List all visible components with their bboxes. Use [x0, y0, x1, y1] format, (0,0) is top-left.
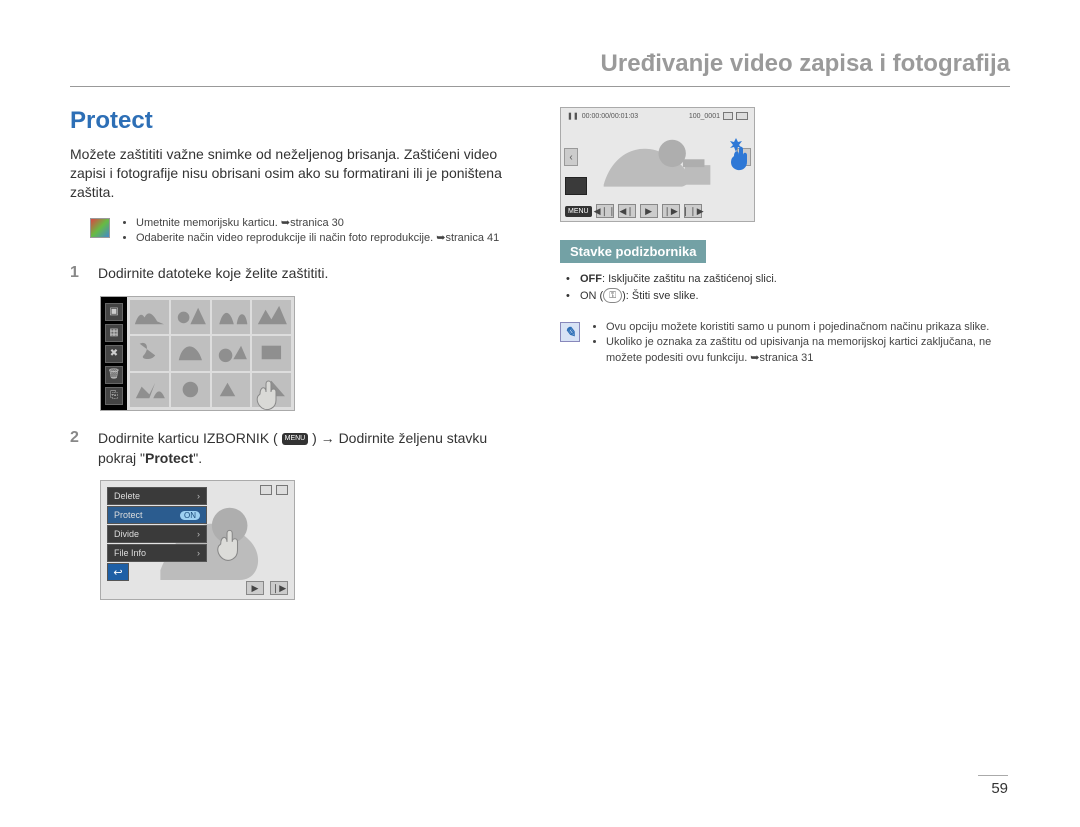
play-icon: ▶ [640, 204, 658, 218]
trash-icon: 🗑 [105, 366, 123, 384]
chevron-right-icon: › [197, 491, 200, 501]
figure-thumbnail-grid: ▣ ▦ ✖ 🗑 ⎘ [100, 296, 295, 411]
left-column: Protect Možete zaštititi važne snimke od… [70, 107, 520, 600]
page-number: 59 [978, 775, 1008, 797]
rewind-icon: ◀❘ [618, 204, 636, 218]
expand-icon [565, 177, 587, 195]
menu-label: Protect [114, 510, 143, 520]
chevron-right-icon: › [197, 548, 200, 558]
note-item: Ovu opciju možete koristiti samo u punom… [606, 320, 1010, 335]
card-icon [723, 112, 733, 120]
figure-menu-screen: Delete › Protect ON Divide › File Info › [100, 480, 295, 600]
on-label-left: ON ( [580, 290, 603, 302]
mode-video-icon: ▣ [105, 303, 123, 321]
rewind-start-icon: ◀❘❘ [596, 204, 614, 218]
key-icon: ⚿ [603, 288, 622, 304]
intro-text: Možete zaštititi važne snimke od neželje… [70, 145, 520, 202]
forward-icon: ❘▶ [662, 204, 680, 218]
mode-photo-icon: ▦ [105, 324, 123, 342]
prereq-item: Odaberite način video reprodukcije ili n… [136, 231, 499, 246]
menu-chip-icon: MENU [565, 206, 592, 217]
battery-icon [736, 112, 748, 120]
off-text: : Isključite zaštitu na zaštićenoj slici… [602, 273, 777, 285]
checklist-icon [90, 218, 110, 238]
pause-icon: ❚❚ [567, 112, 579, 120]
step-1: 1 Dodirnite datoteke koje želite zaštiti… [70, 264, 520, 284]
menu-item-divide: Divide › [107, 525, 207, 543]
page-header: Uređivanje video zapisa i fotografija [70, 50, 1010, 87]
bullet-icon: • [566, 288, 574, 305]
prerequisite-box: Umetnite memorijsku karticu. ➥stranica 3… [90, 216, 520, 247]
back-button-icon: ↩ [107, 563, 129, 581]
chevron-right-icon: › [197, 529, 200, 539]
time-display: 00:00:00/00:01:03 [582, 113, 638, 120]
prereq-item: Umetnite memorijsku karticu. ➥stranica 3… [136, 216, 499, 231]
prev-icon: ‹ [564, 148, 578, 166]
step-text: Dodirnite datoteke koje želite zaštititi… [98, 264, 328, 284]
bullet-icon: • [566, 271, 574, 288]
menu-item-protect: Protect ON [107, 506, 207, 524]
menu-label: File Info [114, 548, 146, 558]
step-forward-icon: ❘▶ [270, 581, 288, 595]
step2-post: ". [193, 450, 202, 466]
figure-playback-screen: ❚❚ 00:00:00/00:01:03 100_0001 ‹ [560, 107, 755, 222]
share-icon: ⎘ [105, 387, 123, 405]
menu-item-fileinfo: File Info › [107, 544, 207, 562]
step-2: 2 Dodirnite karticu IZBORNIK ( MENU ) → … [70, 429, 520, 468]
touch-hand-icon [722, 138, 752, 172]
menu-label: Divide [114, 529, 139, 539]
step2-pre: Dodirnite karticu IZBORNIK ( [98, 430, 278, 446]
file-name: 100_0001 [689, 113, 720, 120]
submenu-heading: Stavke podizbornika [560, 240, 706, 263]
right-column: ❚❚ 00:00:00/00:01:03 100_0001 ‹ [560, 107, 1010, 600]
step-number: 1 [70, 264, 86, 284]
step2-bold: Protect [145, 450, 193, 466]
battery-icon [276, 485, 288, 495]
menu-chip-icon: MENU [282, 433, 309, 445]
forward-end-icon: ❘❘▶ [684, 204, 702, 218]
mode-film-icon: ✖ [105, 345, 123, 363]
menu-label: Delete [114, 491, 140, 501]
off-label: OFF [580, 273, 602, 285]
on-pill: ON [180, 511, 200, 520]
submenu-items: • OFF: Isključite zaštitu na zaštićenoj … [566, 271, 1010, 304]
play-icon: ▶ [246, 581, 264, 595]
on-label-right: ): Štiti sve slike. [622, 290, 698, 302]
chapter-title: Uređivanje video zapisa i fotografija [601, 50, 1010, 77]
note-item: Ukoliko je oznaka za zaštitu od upisivan… [606, 335, 1010, 366]
menu-item-delete: Delete › [107, 487, 207, 505]
section-title: Protect [70, 107, 520, 135]
note-icon: ✎ [560, 322, 580, 342]
card-icon [260, 485, 272, 495]
note-box: ✎ Ovu opciju možete koristiti samo u pun… [560, 320, 1010, 366]
step-number: 2 [70, 429, 86, 468]
